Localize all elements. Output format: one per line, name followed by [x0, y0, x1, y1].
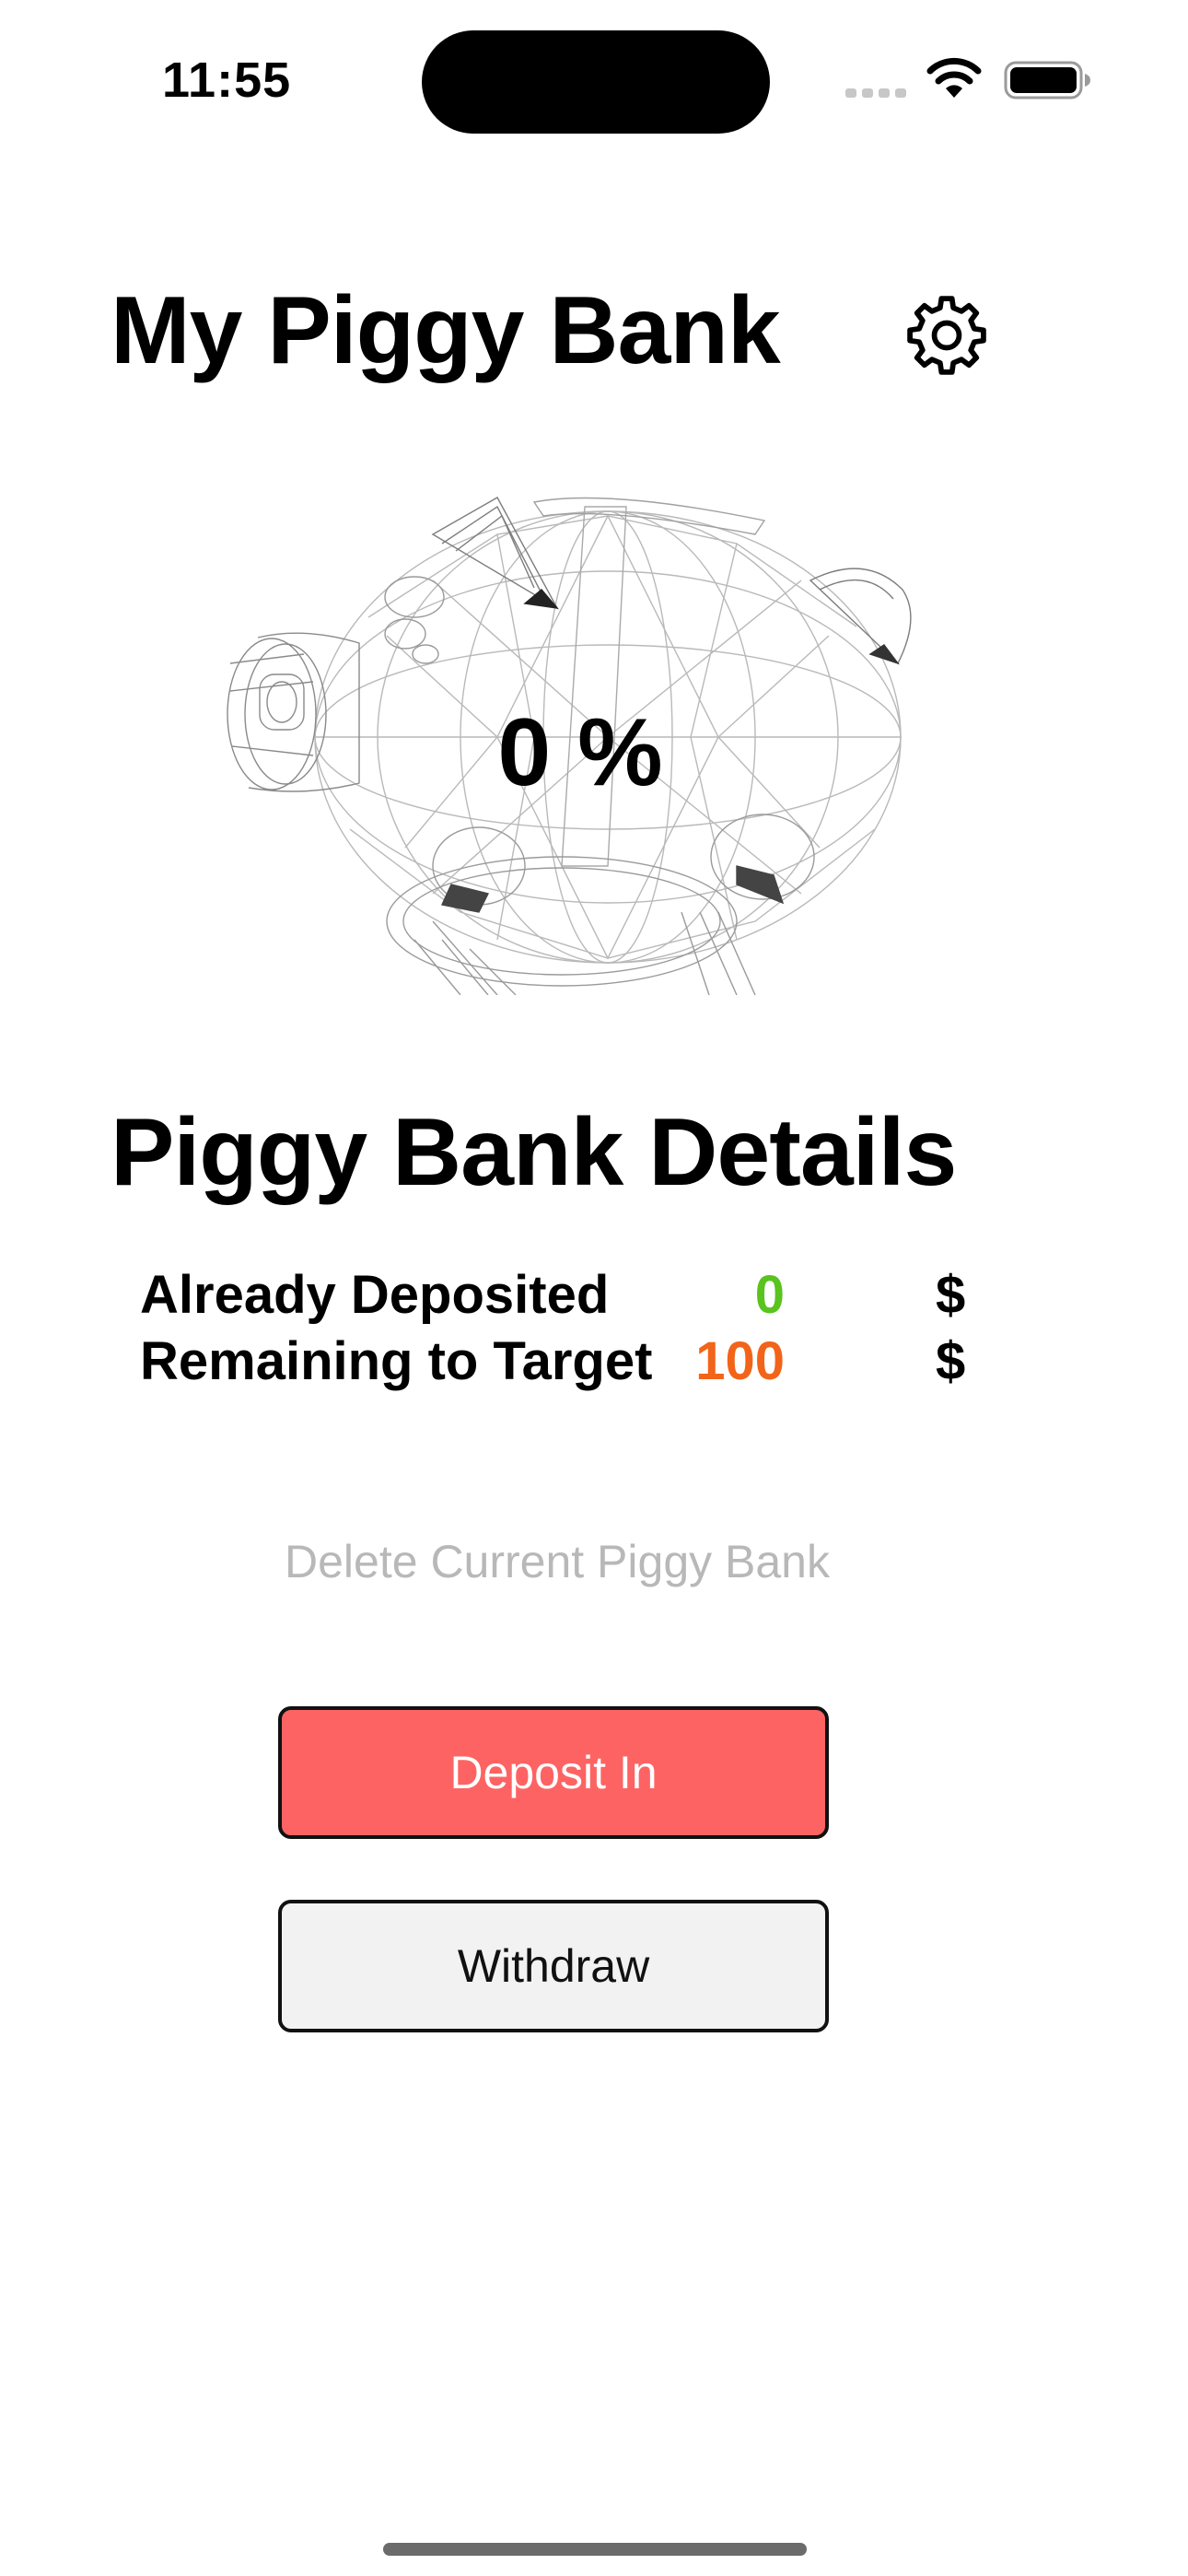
already-deposited-label: Already Deposited	[140, 1265, 610, 1325]
wifi-icon	[926, 57, 982, 98]
withdraw-button[interactable]: Withdraw	[278, 1900, 829, 2032]
delete-piggy-bank-button[interactable]: Delete Current Piggy Bank	[0, 1535, 1114, 1588]
remaining-to-target-label: Remaining to Target	[140, 1331, 653, 1391]
deposit-in-button[interactable]: Deposit In	[278, 1706, 829, 1839]
dynamic-island	[422, 30, 770, 134]
remaining-to-target-value: 100	[695, 1331, 785, 1391]
gear-icon	[907, 296, 986, 375]
app-screen: 11:55 My Piggy Bank 0 % Piggy Bank Detai…	[0, 0, 1188, 2576]
home-indicator[interactable]	[383, 2543, 807, 2556]
remaining-to-target-currency: $	[936, 1331, 966, 1391]
already-deposited-value: 0	[754, 1265, 785, 1325]
already-deposited-row: Already Deposited 0 $	[140, 1264, 987, 1329]
page-title: My Piggy Bank	[111, 277, 781, 384]
piggy-bank-3d-view[interactable]: 0 %	[221, 479, 939, 995]
remaining-to-target-row: Remaining to Target 100 $	[140, 1330, 987, 1395]
status-time: 11:55	[162, 53, 292, 108]
details-section-title: Piggy Bank Details	[111, 1099, 957, 1206]
cellular-signal-icon	[845, 88, 906, 98]
battery-icon	[1004, 61, 1090, 100]
progress-percent-label: 0 %	[497, 699, 663, 806]
settings-button[interactable]	[899, 287, 995, 383]
already-deposited-currency: $	[936, 1265, 966, 1325]
